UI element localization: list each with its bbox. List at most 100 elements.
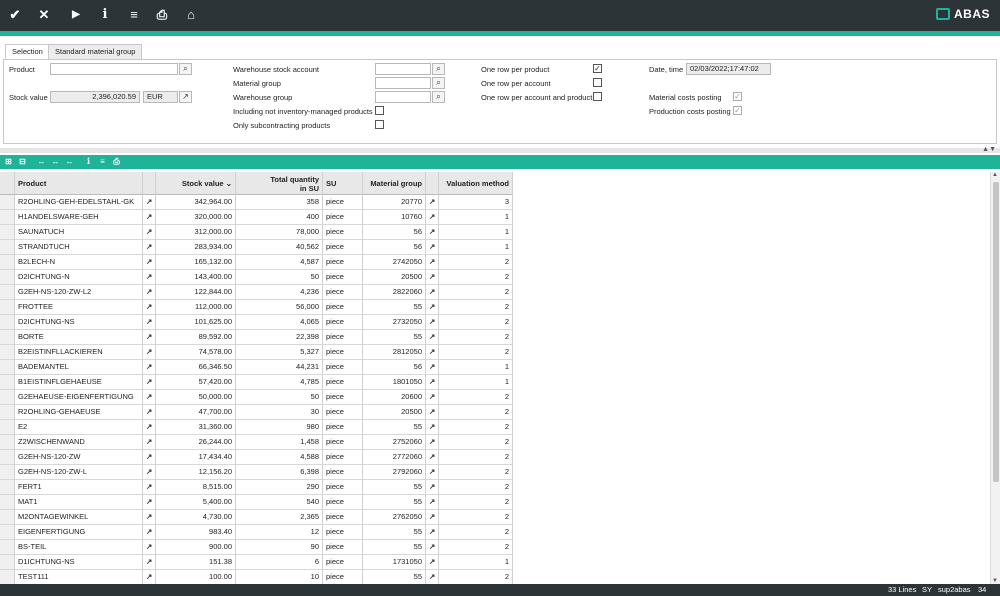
product-link-icon[interactable]: ↗: [143, 510, 156, 525]
menu-icon[interactable]: ≡: [125, 6, 143, 24]
table-row[interactable]: R2OHLING-GEH-EDELSTAHL-GK ↗ 342,964.00 358 p…: [0, 195, 513, 210]
material-group-link-icon[interactable]: ↗: [426, 405, 439, 420]
print-icon[interactable]: ⎙: [153, 6, 171, 24]
product-link-icon[interactable]: ↗: [143, 285, 156, 300]
table-row[interactable]: G2EH-NS-120-ZW ↗ 17,434.40 4,588 piece 277206…: [0, 450, 513, 465]
product-link-icon[interactable]: ↗: [143, 420, 156, 435]
material-group-input[interactable]: [375, 77, 431, 89]
product-link-icon[interactable]: ↗: [143, 495, 156, 510]
scrollbar-thumb[interactable]: [993, 182, 999, 482]
table-row[interactable]: Z2WISCHENWAND ↗ 26,244.00 1,458 piece 2752060…: [0, 435, 513, 450]
material-group-link-icon[interactable]: ↗: [426, 420, 439, 435]
grid-insert-icon[interactable]: ⊞: [3, 156, 14, 167]
product-link-icon[interactable]: ↗: [143, 465, 156, 480]
product-link-icon[interactable]: ↗: [143, 345, 156, 360]
table-row[interactable]: FROTTEE ↗ 112,000.00 56,000 piece 55 ↗ 2: [0, 300, 513, 315]
panel-splitter[interactable]: ▲▼: [0, 146, 1000, 153]
material-group-link-icon[interactable]: ↗: [426, 495, 439, 510]
product-link-icon[interactable]: ↗: [143, 210, 156, 225]
warehouse-group-input[interactable]: [375, 91, 431, 103]
table-row[interactable]: D2ICHTUNG-N ↗ 143,400.00 50 piece 20500 ↗ 2: [0, 270, 513, 285]
table-row[interactable]: D2ICHTUNG-NS ↗ 101,625.00 4,065 piece 2732050…: [0, 315, 513, 330]
material-group-link-icon[interactable]: ↗: [426, 435, 439, 450]
grid-print-icon[interactable]: ⎙: [111, 156, 122, 167]
product-link-icon[interactable]: ↗: [143, 390, 156, 405]
material-group-link-icon[interactable]: ↗: [426, 255, 439, 270]
grid-menu-icon[interactable]: ≡: [97, 156, 108, 167]
material-group-link-icon[interactable]: ↗: [426, 285, 439, 300]
product-link-icon[interactable]: ↗: [143, 255, 156, 270]
header-valuation-method[interactable]: Valuation method: [439, 172, 513, 195]
warehouse-stock-account-search-icon[interactable]: ⌕: [432, 63, 445, 75]
material-group-link-icon[interactable]: ↗: [426, 195, 439, 210]
column-expand-icon[interactable]: ↔: [50, 156, 61, 167]
material-group-link-icon[interactable]: ↗: [426, 450, 439, 465]
product-link-icon[interactable]: ↗: [143, 225, 156, 240]
material-group-link-icon[interactable]: ↗: [426, 555, 439, 570]
table-row[interactable]: SAUNATUCH ↗ 312,000.00 78,000 piece 56 ↗ 1: [0, 225, 513, 240]
material-group-link-icon[interactable]: ↗: [426, 345, 439, 360]
warehouse-stock-account-input[interactable]: [375, 63, 431, 75]
header-product[interactable]: Product: [15, 172, 143, 195]
scroll-up-icon[interactable]: ▲: [992, 172, 998, 178]
product-link-icon[interactable]: ↗: [143, 540, 156, 555]
product-link-icon[interactable]: ↗: [143, 375, 156, 390]
home-icon[interactable]: ⌂: [182, 6, 200, 24]
table-row[interactable]: E2 ↗ 31,360.00 980 piece 55 ↗ 2: [0, 420, 513, 435]
material-group-link-icon[interactable]: ↗: [426, 465, 439, 480]
product-link-icon[interactable]: ↗: [143, 195, 156, 210]
table-row[interactable]: EIGENFERTIGUNG ↗ 983.40 12 piece 55 ↗ 2: [0, 525, 513, 540]
material-group-link-icon[interactable]: ↗: [426, 270, 439, 285]
tab-standard-material-group[interactable]: Standard material group: [48, 44, 143, 59]
table-row[interactable]: R2OHLING-GEHAEUSE ↗ 47,700.00 30 piece 20500 ↗…: [0, 405, 513, 420]
table-row[interactable]: M2ONTAGEWINKEL ↗ 4,730.00 2,365 piece 2762050…: [0, 510, 513, 525]
table-row[interactable]: D1ICHTUNG-NS ↗ 151.38 6 piece 1731050 ↗ 1: [0, 555, 513, 570]
one-row-per-account-and-product-checkbox[interactable]: [593, 92, 602, 101]
tab-selection[interactable]: Selection: [5, 44, 50, 60]
grid-delete-icon[interactable]: ⊟: [17, 156, 28, 167]
product-search-icon[interactable]: ⌕: [179, 63, 192, 75]
product-link-icon[interactable]: ↗: [143, 555, 156, 570]
material-group-link-icon[interactable]: ↗: [426, 525, 439, 540]
product-link-icon[interactable]: ↗: [143, 435, 156, 450]
table-row[interactable]: H1ANDELSWARE-GEH ↗ 320,000.00 400 piece 10760…: [0, 210, 513, 225]
product-input[interactable]: [50, 63, 178, 75]
including-not-inventory-checkbox[interactable]: [375, 106, 384, 115]
column-fit-icon[interactable]: ↔: [36, 156, 47, 167]
product-link-icon[interactable]: ↗: [143, 300, 156, 315]
product-link-icon[interactable]: ↗: [143, 315, 156, 330]
material-group-link-icon[interactable]: ↗: [426, 390, 439, 405]
material-group-link-icon[interactable]: ↗: [426, 240, 439, 255]
table-row[interactable]: B2LECH-N ↗ 165,132.00 4,587 piece 2742050 ↗ 2: [0, 255, 513, 270]
header-su[interactable]: SU: [323, 172, 363, 195]
product-link-icon[interactable]: ↗: [143, 330, 156, 345]
table-row[interactable]: BADEMANTEL ↗ 66,346.50 44,231 piece 56 ↗ 1: [0, 360, 513, 375]
table-row[interactable]: BS-TEIL ↗ 900.00 90 piece 55 ↗ 2: [0, 540, 513, 555]
header-stock-value[interactable]: Stock value ⌄: [156, 172, 236, 195]
vertical-scrollbar[interactable]: ▲ ▼: [990, 172, 1000, 584]
table-row[interactable]: B2EISTINFLLACKIEREN ↗ 74,578.00 5,327 piece 2…: [0, 345, 513, 360]
material-group-link-icon[interactable]: ↗: [426, 375, 439, 390]
table-row[interactable]: MAT1 ↗ 5,400.00 540 piece 55 ↗ 2: [0, 495, 513, 510]
material-group-link-icon[interactable]: ↗: [426, 360, 439, 375]
info-icon[interactable]: i: [96, 6, 114, 24]
only-subcontracting-checkbox[interactable]: [375, 120, 384, 129]
material-group-link-icon[interactable]: ↗: [426, 330, 439, 345]
run-icon[interactable]: ▶: [67, 6, 85, 24]
product-link-icon[interactable]: ↗: [143, 525, 156, 540]
check-icon[interactable]: ✔: [6, 6, 24, 24]
table-row[interactable]: G2EHAEUSE-EIGENFERTIGUNG ↗ 50,000.00 50 piec…: [0, 390, 513, 405]
table-row[interactable]: TEST111 ↗ 100.00 10 piece 55 ↗ 2: [0, 570, 513, 584]
product-link-icon[interactable]: ↗: [143, 405, 156, 420]
table-row[interactable]: B1EISTINFLGEHAEUSE ↗ 57,420.00 4,785 piece 18…: [0, 375, 513, 390]
material-group-link-icon[interactable]: ↗: [426, 540, 439, 555]
grid-info-icon[interactable]: i: [83, 156, 94, 167]
material-group-link-icon[interactable]: ↗: [426, 300, 439, 315]
warehouse-group-search-icon[interactable]: ⌕: [432, 91, 445, 103]
table-row[interactable]: BORTE ↗ 89,592.00 22,398 piece 55 ↗ 2: [0, 330, 513, 345]
product-link-icon[interactable]: ↗: [143, 240, 156, 255]
product-link-icon[interactable]: ↗: [143, 270, 156, 285]
material-group-link-icon[interactable]: ↗: [426, 570, 439, 584]
product-link-icon[interactable]: ↗: [143, 360, 156, 375]
header-total-quantity[interactable]: Total quantity in SU: [236, 172, 323, 195]
